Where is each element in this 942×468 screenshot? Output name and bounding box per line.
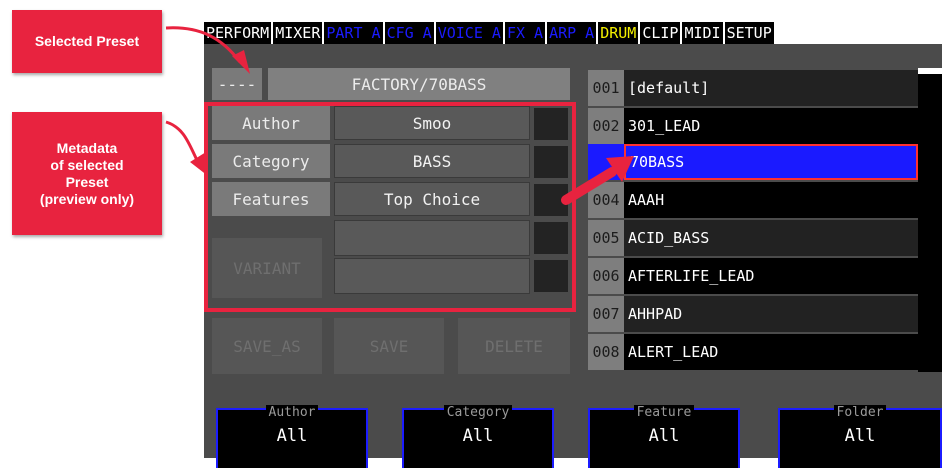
list-item-name: AFTERLIFE_LEAD	[624, 258, 918, 294]
list-scrollbar[interactable]	[918, 68, 942, 372]
list-item-name: [default]	[624, 70, 918, 106]
list-item-number: 005	[588, 220, 624, 256]
filter-folder-label: Folder	[833, 405, 887, 420]
callout-metadata-line-3: Preset	[65, 173, 109, 190]
list-item-name: 301_LEAD	[624, 108, 918, 144]
list-item-number: 006	[588, 258, 624, 294]
list-item[interactable]: 008 ALERT_LEAD	[588, 334, 918, 370]
callout-arrow-to-selected-item	[561, 156, 634, 205]
list-item[interactable]: 006 AFTERLIFE_LEAD	[588, 258, 918, 294]
filter-folder-value: All	[844, 426, 876, 446]
list-item-number: 007	[588, 296, 624, 332]
list-item-name: ACID_BASS	[624, 220, 918, 256]
list-item-name: ALERT_LEAD	[624, 334, 918, 370]
list-item-name: AAAH	[624, 182, 918, 218]
tab-fx-a[interactable]: FX A	[505, 22, 548, 44]
list-item[interactable]: 007 AHHPAD	[588, 296, 918, 332]
callout-selected-preset: Selected Preset	[12, 10, 162, 73]
metadata-highlight	[204, 102, 576, 312]
callout-metadata-line-2: of selected	[50, 156, 124, 173]
tab-cfg-a[interactable]: CFG A	[385, 22, 436, 44]
delete-button[interactable]: DELETE	[458, 318, 570, 374]
list-item[interactable]: 001 [default]	[588, 70, 918, 106]
list-item-name: 70BASS	[624, 144, 918, 180]
list-item-number: 001	[588, 70, 624, 106]
filter-author-value: All	[276, 426, 308, 446]
tab-setup[interactable]: SETUP	[725, 22, 774, 44]
filter-author-label: Author	[265, 405, 319, 420]
callout-selected-preset-text: Selected Preset	[34, 33, 140, 49]
save-button[interactable]: SAVE	[334, 318, 444, 374]
filter-category-label: Category	[443, 405, 513, 420]
callout-metadata-line-4: (preview only)	[39, 190, 135, 207]
filter-feature-label: Feature	[633, 405, 695, 420]
save-as-button[interactable]: SAVE_AS	[212, 318, 322, 374]
tab-midi[interactable]: MIDI	[682, 22, 725, 44]
callout-arrow-selected-preset	[165, 26, 250, 74]
list-scrollbar-thumb[interactable]	[918, 68, 942, 74]
callout-arrow-metadata	[165, 120, 208, 176]
tab-voice-a[interactable]: VOICE A	[436, 22, 505, 44]
list-item[interactable]: 002 301_LEAD	[588, 108, 918, 144]
filter-author[interactable]: Author All	[216, 405, 368, 468]
callout-metadata-line-1: Metadata	[56, 139, 118, 156]
selected-preset-name: FACTORY/70BASS	[268, 68, 570, 100]
filter-category[interactable]: Category All	[402, 405, 554, 468]
list-item[interactable]: 005 ACID_BASS	[588, 220, 918, 256]
list-item-name: AHHPAD	[624, 296, 918, 332]
list-item-number: 008	[588, 334, 624, 370]
tab-bar: PERFORM MIXER PART A CFG A VOICE A FX A …	[204, 22, 774, 44]
filter-feature[interactable]: Feature All	[588, 405, 740, 468]
tab-drum[interactable]: DRUM	[598, 22, 641, 44]
list-item-number: 002	[588, 108, 624, 144]
tab-clip[interactable]: CLIP	[640, 22, 683, 44]
callout-metadata: Metadata of selected Preset (preview onl…	[12, 112, 162, 235]
filter-category-value: All	[462, 426, 494, 446]
tab-mixer[interactable]: MIXER	[273, 22, 325, 44]
filter-folder[interactable]: Folder All	[778, 405, 942, 468]
tab-part-a[interactable]: PART A	[324, 22, 385, 44]
filter-feature-value: All	[648, 426, 680, 446]
tab-arp-a[interactable]: ARP A	[547, 22, 599, 44]
